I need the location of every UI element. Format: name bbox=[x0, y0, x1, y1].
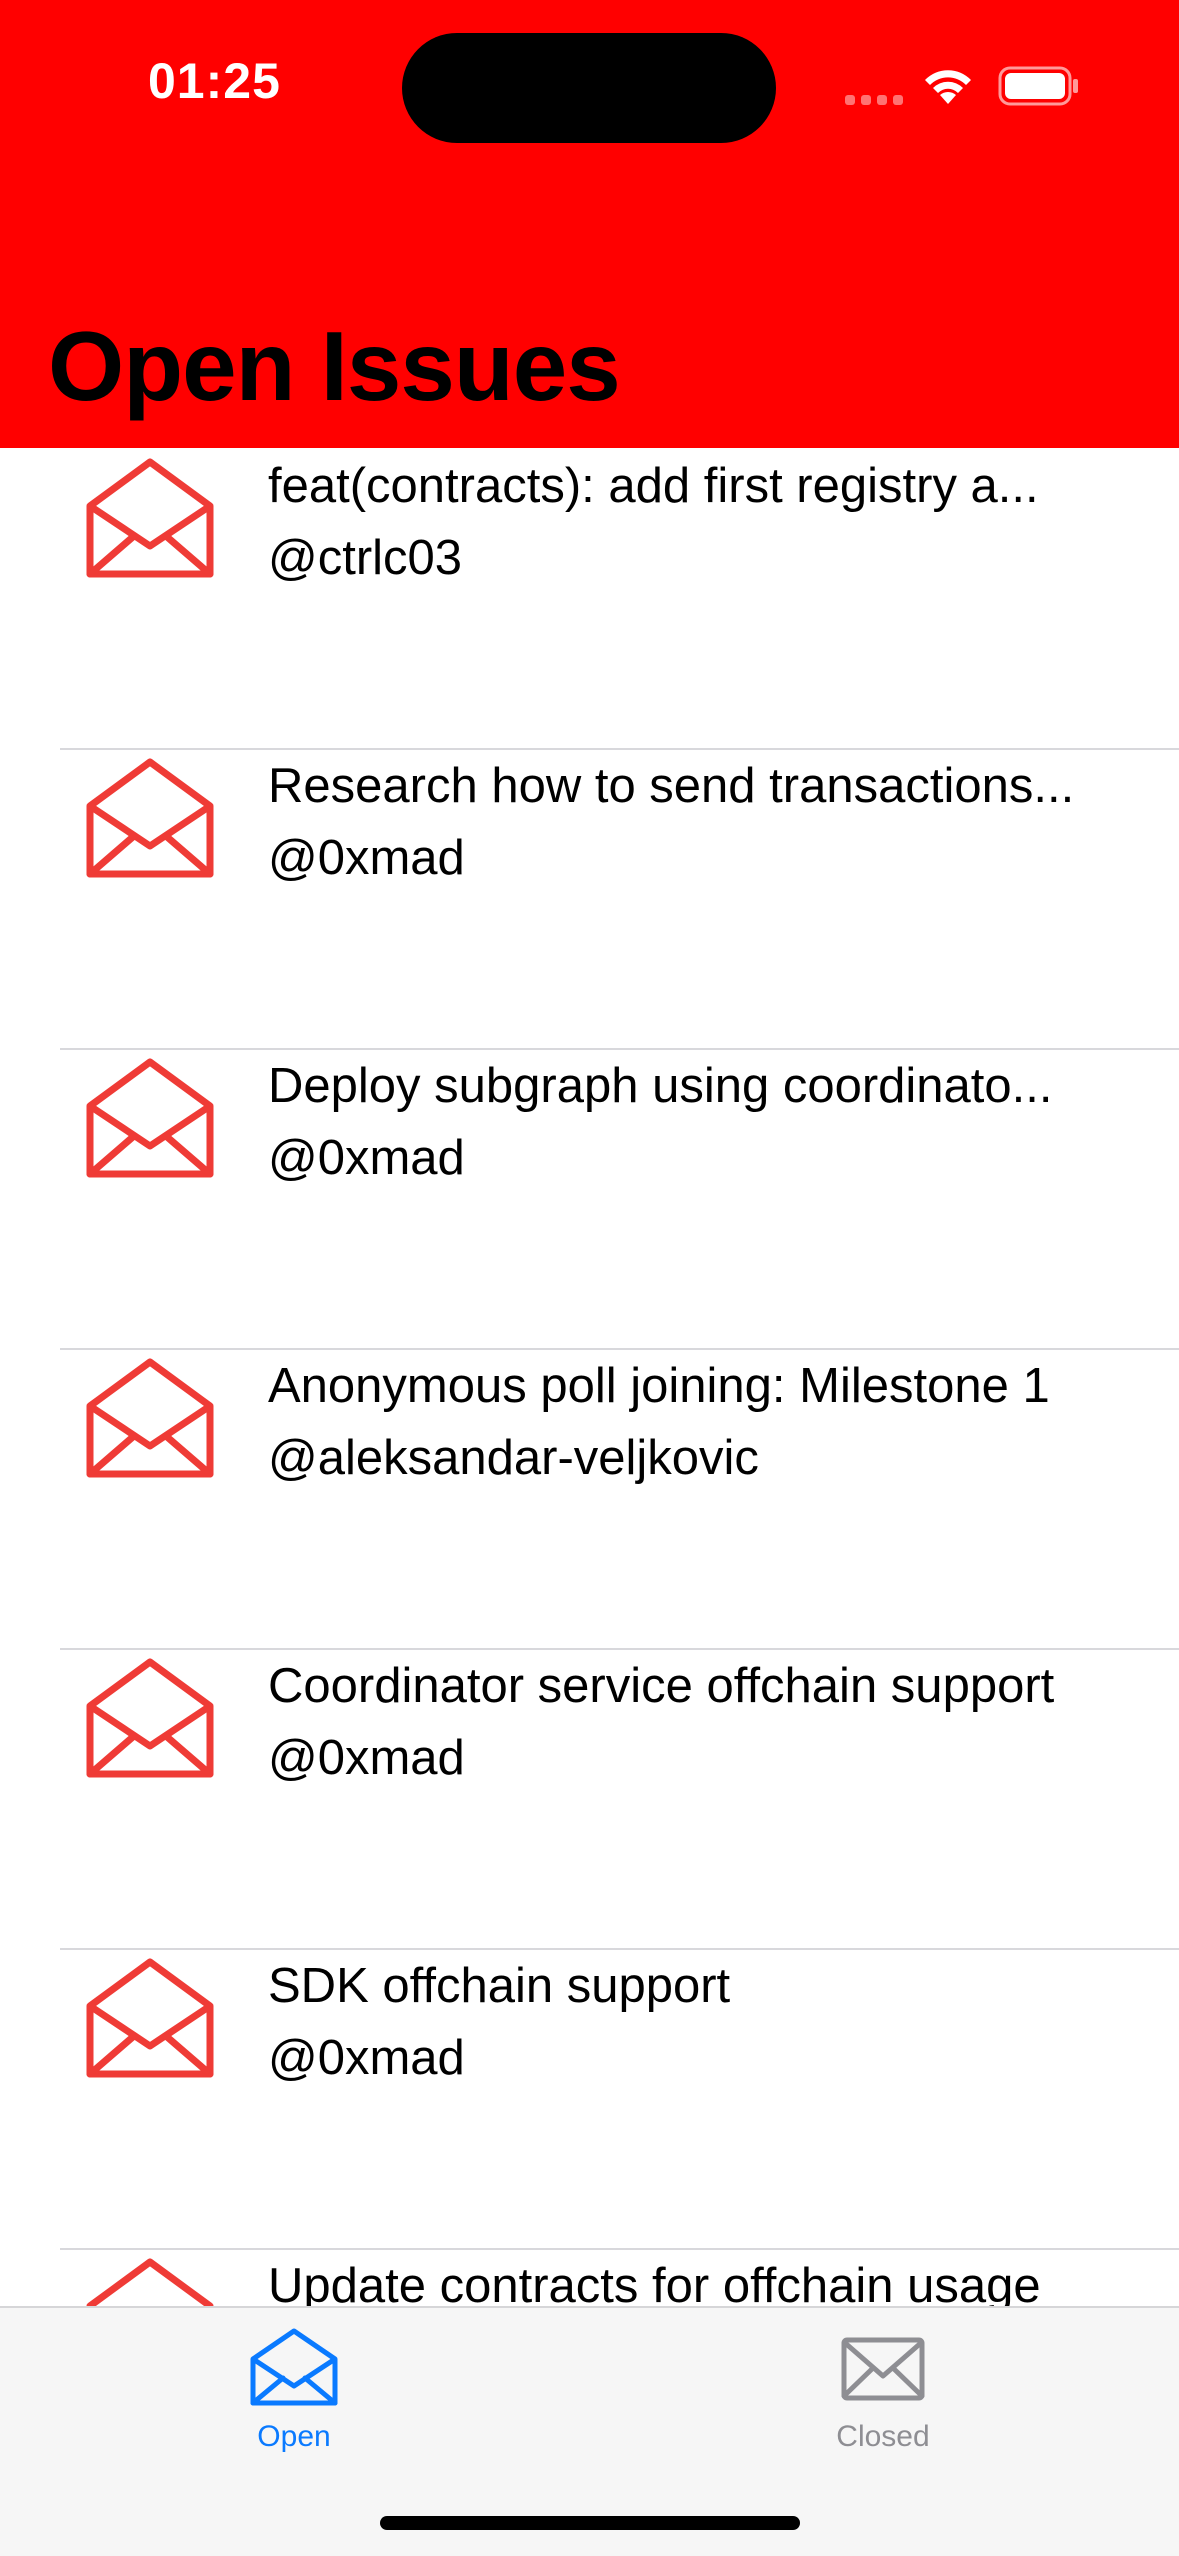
issue-author: @aleksandar-veljkovic bbox=[268, 1431, 759, 1485]
list-item[interactable]: Update contracts for offchain usage bbox=[0, 2248, 1179, 2306]
list-item[interactable]: Deploy subgraph using coordinato... @0xm… bbox=[0, 1048, 1179, 1348]
navigation-header: 01:25 Open Issues bbox=[0, 0, 1179, 448]
issue-author: @0xmad bbox=[268, 1131, 465, 1185]
envelope-icon bbox=[841, 2337, 925, 2401]
list-item[interactable]: Anonymous poll joining: Milestone 1 @ale… bbox=[0, 1348, 1179, 1648]
envelope-open-icon bbox=[86, 2258, 214, 2306]
envelope-open-icon bbox=[86, 1658, 214, 1778]
issue-author: @0xmad bbox=[268, 2031, 465, 2085]
page-title: Open Issues bbox=[48, 311, 621, 421]
battery-icon bbox=[998, 66, 1078, 106]
issue-title: Update contracts for offchain usage bbox=[268, 2259, 1041, 2306]
envelope-open-icon bbox=[86, 1058, 214, 1178]
tab-closed-label: Closed bbox=[836, 2420, 930, 2453]
status-time: 01:25 bbox=[148, 53, 281, 109]
issue-title: Research how to send transactions... bbox=[268, 759, 1075, 813]
issue-author: @ctrlc03 bbox=[268, 531, 463, 585]
issue-title: SDK offchain support bbox=[268, 1959, 731, 2013]
issue-title: feat(contracts): add first registry a... bbox=[268, 459, 1039, 513]
home-indicator[interactable] bbox=[380, 2516, 800, 2530]
issue-list[interactable]: feat(contracts): add first registry a...… bbox=[0, 448, 1179, 2306]
issue-author: @0xmad bbox=[268, 831, 465, 885]
row-separator bbox=[60, 1648, 1179, 1650]
tab-open-label: Open bbox=[257, 2420, 331, 2453]
tab-open[interactable]: Open bbox=[144, 2308, 444, 2458]
dynamic-island bbox=[402, 33, 776, 143]
row-separator bbox=[60, 1948, 1179, 1950]
envelope-open-icon bbox=[250, 2328, 338, 2406]
list-item[interactable]: Research how to send transactions... @0x… bbox=[0, 748, 1179, 1048]
issue-author: @0xmad bbox=[268, 1731, 465, 1785]
list-item[interactable]: feat(contracts): add first registry a...… bbox=[0, 448, 1179, 748]
cellular-signal-icon bbox=[845, 95, 903, 105]
list-item[interactable]: Coordinator service offchain support @0x… bbox=[0, 1648, 1179, 1948]
row-separator bbox=[60, 1048, 1179, 1050]
envelope-open-icon bbox=[86, 1958, 214, 2078]
row-separator bbox=[60, 1348, 1179, 1350]
issue-title: Deploy subgraph using coordinato... bbox=[268, 1059, 1053, 1113]
issue-title: Anonymous poll joining: Milestone 1 bbox=[268, 1359, 1050, 1413]
issue-title: Coordinator service offchain support bbox=[268, 1659, 1055, 1713]
row-separator bbox=[60, 2248, 1179, 2250]
wifi-icon bbox=[925, 70, 971, 104]
row-separator bbox=[60, 748, 1179, 750]
envelope-open-icon bbox=[86, 458, 214, 578]
list-item[interactable]: SDK offchain support @0xmad bbox=[0, 1948, 1179, 2248]
tab-closed[interactable]: Closed bbox=[733, 2308, 1033, 2458]
envelope-open-icon bbox=[86, 1358, 214, 1478]
envelope-open-icon bbox=[86, 758, 214, 878]
